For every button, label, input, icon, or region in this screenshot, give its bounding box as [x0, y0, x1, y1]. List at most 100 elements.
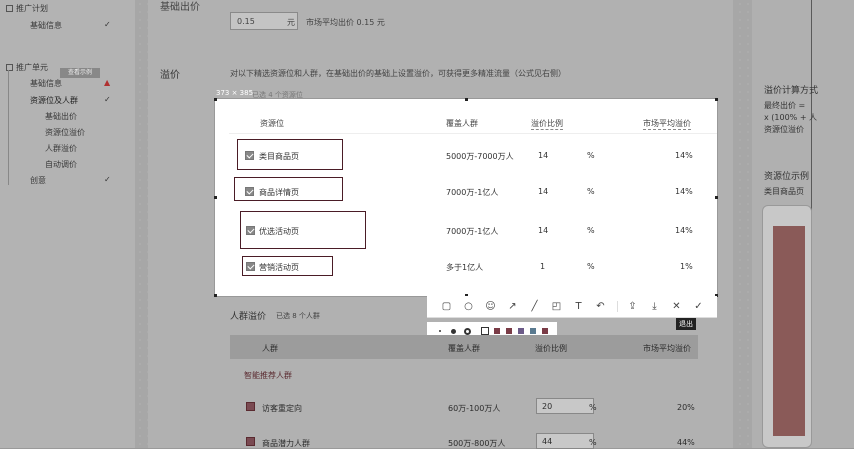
- sidebar-group-label: 推广单元: [16, 63, 48, 72]
- market-avg-text: 市场平均出价 0.15 元: [306, 18, 385, 27]
- sidebar-group-plan[interactable]: 推广计划: [6, 3, 48, 14]
- column-header-crowd: 人群: [262, 344, 278, 353]
- sidebar-group-label: 推广计划: [16, 4, 48, 13]
- formula-title: 溢价计算方式: [764, 86, 819, 96]
- color-swatch[interactable]: [481, 327, 489, 335]
- circle-icon[interactable]: ○: [461, 299, 476, 314]
- sidebar-group-unit[interactable]: 推广单元: [6, 62, 48, 73]
- row-unit: %: [587, 226, 595, 235]
- header-divider: [229, 133, 717, 134]
- undo-icon[interactable]: ↶: [593, 299, 608, 314]
- pen-icon[interactable]: ╱: [527, 299, 542, 314]
- color-swatch[interactable]: [493, 327, 501, 335]
- row-unit: %: [589, 438, 597, 447]
- arrow-icon[interactable]: ↗: [505, 299, 520, 314]
- sidebar-tree-line: [8, 70, 9, 185]
- row-coverage: 7000万-1亿人: [446, 227, 499, 236]
- resize-handle[interactable]: [214, 98, 217, 101]
- mosaic-icon[interactable]: ☺: [483, 299, 498, 314]
- text-icon[interactable]: T: [571, 299, 586, 314]
- row-checkbox[interactable]: [246, 226, 255, 235]
- product-image: [773, 226, 805, 436]
- ratio-value: 44: [542, 437, 553, 446]
- formula-line: x (100% + 人: [764, 113, 818, 122]
- row-checkbox[interactable]: [246, 262, 255, 271]
- example-subtitle: 类目商品页: [764, 187, 804, 196]
- resize-handle[interactable]: [715, 98, 718, 101]
- sidebar-item-creative[interactable]: 创意: [30, 175, 46, 186]
- warning-icon: ▲: [104, 78, 111, 87]
- column-header-ratio: 溢价比例: [535, 344, 567, 353]
- close-icon[interactable]: ✕: [669, 299, 684, 314]
- color-swatch[interactable]: [517, 327, 525, 335]
- sidebar-item-label: 资源位及人群: [30, 96, 78, 105]
- row-unit: %: [587, 151, 595, 160]
- row-name: 访客重定向: [262, 404, 302, 413]
- screenshot-toolbar: ▢ ○ ☺ ↗ ╱ ◰ T ↶ ⇪ ⤓ ✕ ✓: [427, 296, 717, 318]
- section-title-premium: 溢价: [160, 70, 180, 81]
- row-market: 1%: [680, 262, 693, 271]
- check-icon: ✓: [104, 20, 111, 29]
- panel-divider: [811, 0, 812, 215]
- row-market: 14%: [675, 151, 693, 160]
- crowd-group-label: 智能推荐人群: [244, 371, 292, 380]
- bid-unit: 元: [287, 18, 295, 27]
- sidebar-item-base-bid[interactable]: 基础出价: [45, 111, 77, 122]
- size-small[interactable]: [439, 330, 441, 332]
- sidebar-item-unit-basic[interactable]: 基础信息: [30, 78, 62, 89]
- ratio-input[interactable]: 44: [536, 433, 594, 449]
- row-coverage: 多于1亿人: [446, 263, 484, 272]
- check-icon: ✓: [104, 95, 111, 104]
- size-large[interactable]: [464, 328, 471, 335]
- row-name: 商品潜力人群: [262, 439, 310, 448]
- share-icon[interactable]: ⇪: [625, 299, 640, 314]
- color-swatch[interactable]: [505, 327, 513, 335]
- color-swatch[interactable]: [541, 327, 549, 335]
- row-checkbox[interactable]: [246, 437, 255, 446]
- section-title-base-bid: 基础出价: [160, 2, 200, 13]
- row-unit: %: [587, 187, 595, 196]
- sidebar-item-label: 人群溢价: [45, 144, 77, 153]
- ratio-input[interactable]: 20: [536, 398, 594, 414]
- resize-handle[interactable]: [214, 196, 217, 199]
- premium-description: 对以下精选资源位和人群，在基础出价的基础上设置溢价，可获得更多精准流量（公式见右…: [230, 69, 566, 78]
- row-unit: %: [589, 403, 597, 412]
- resize-handle[interactable]: [715, 196, 718, 199]
- bid-input[interactable]: 0.15 元: [230, 12, 298, 30]
- check-icon: ✓: [104, 175, 111, 184]
- formula-line: 资源位溢价: [764, 125, 804, 134]
- example-badge[interactable]: 查看示例: [60, 68, 100, 78]
- sidebar-item-resource-premium[interactable]: 资源位溢价: [45, 127, 85, 138]
- bid-input-value: 0.15: [237, 17, 255, 26]
- row-coverage: 500万-800万人: [448, 439, 506, 448]
- row-unit: %: [587, 262, 595, 271]
- size-medium[interactable]: [451, 329, 456, 334]
- rectangle-icon[interactable]: ▢: [439, 299, 454, 314]
- confirm-icon[interactable]: ✓: [691, 299, 706, 314]
- ratio-value: 20: [542, 402, 553, 411]
- color-swatch[interactable]: [529, 327, 537, 335]
- row-ratio[interactable]: 14: [538, 226, 548, 235]
- sidebar-item-label: 基础信息: [30, 79, 62, 88]
- plan-icon: [6, 5, 13, 12]
- row-checkbox[interactable]: [245, 151, 254, 160]
- crop-icon[interactable]: ◰: [549, 299, 564, 314]
- column-header-market: 市场平均溢价: [643, 119, 691, 130]
- sidebar-item-resource-crowd[interactable]: 资源位及人群: [30, 95, 78, 106]
- row-ratio[interactable]: 14: [538, 187, 548, 196]
- row-coverage: 5000万-7000万人: [446, 152, 514, 161]
- row-checkbox[interactable]: [245, 187, 254, 196]
- sidebar-item-label: 资源位溢价: [45, 128, 85, 137]
- column-header-ratio: 溢价比例: [531, 119, 563, 130]
- row-ratio[interactable]: 14: [538, 151, 548, 160]
- download-icon[interactable]: ⤓: [647, 299, 662, 314]
- resize-handle[interactable]: [214, 294, 217, 297]
- row-ratio[interactable]: 1: [540, 262, 545, 271]
- row-checkbox[interactable]: [246, 402, 255, 411]
- sidebar-item-auto-adjust[interactable]: 自动调价: [45, 159, 77, 170]
- resize-handle[interactable]: [465, 98, 468, 101]
- sidebar-item-plan-basic[interactable]: 基础信息: [30, 20, 62, 31]
- row-name: 优选活动页: [259, 227, 299, 236]
- sidebar-item-crowd-premium[interactable]: 人群溢价: [45, 143, 77, 154]
- row-name: 营销活动页: [259, 263, 299, 272]
